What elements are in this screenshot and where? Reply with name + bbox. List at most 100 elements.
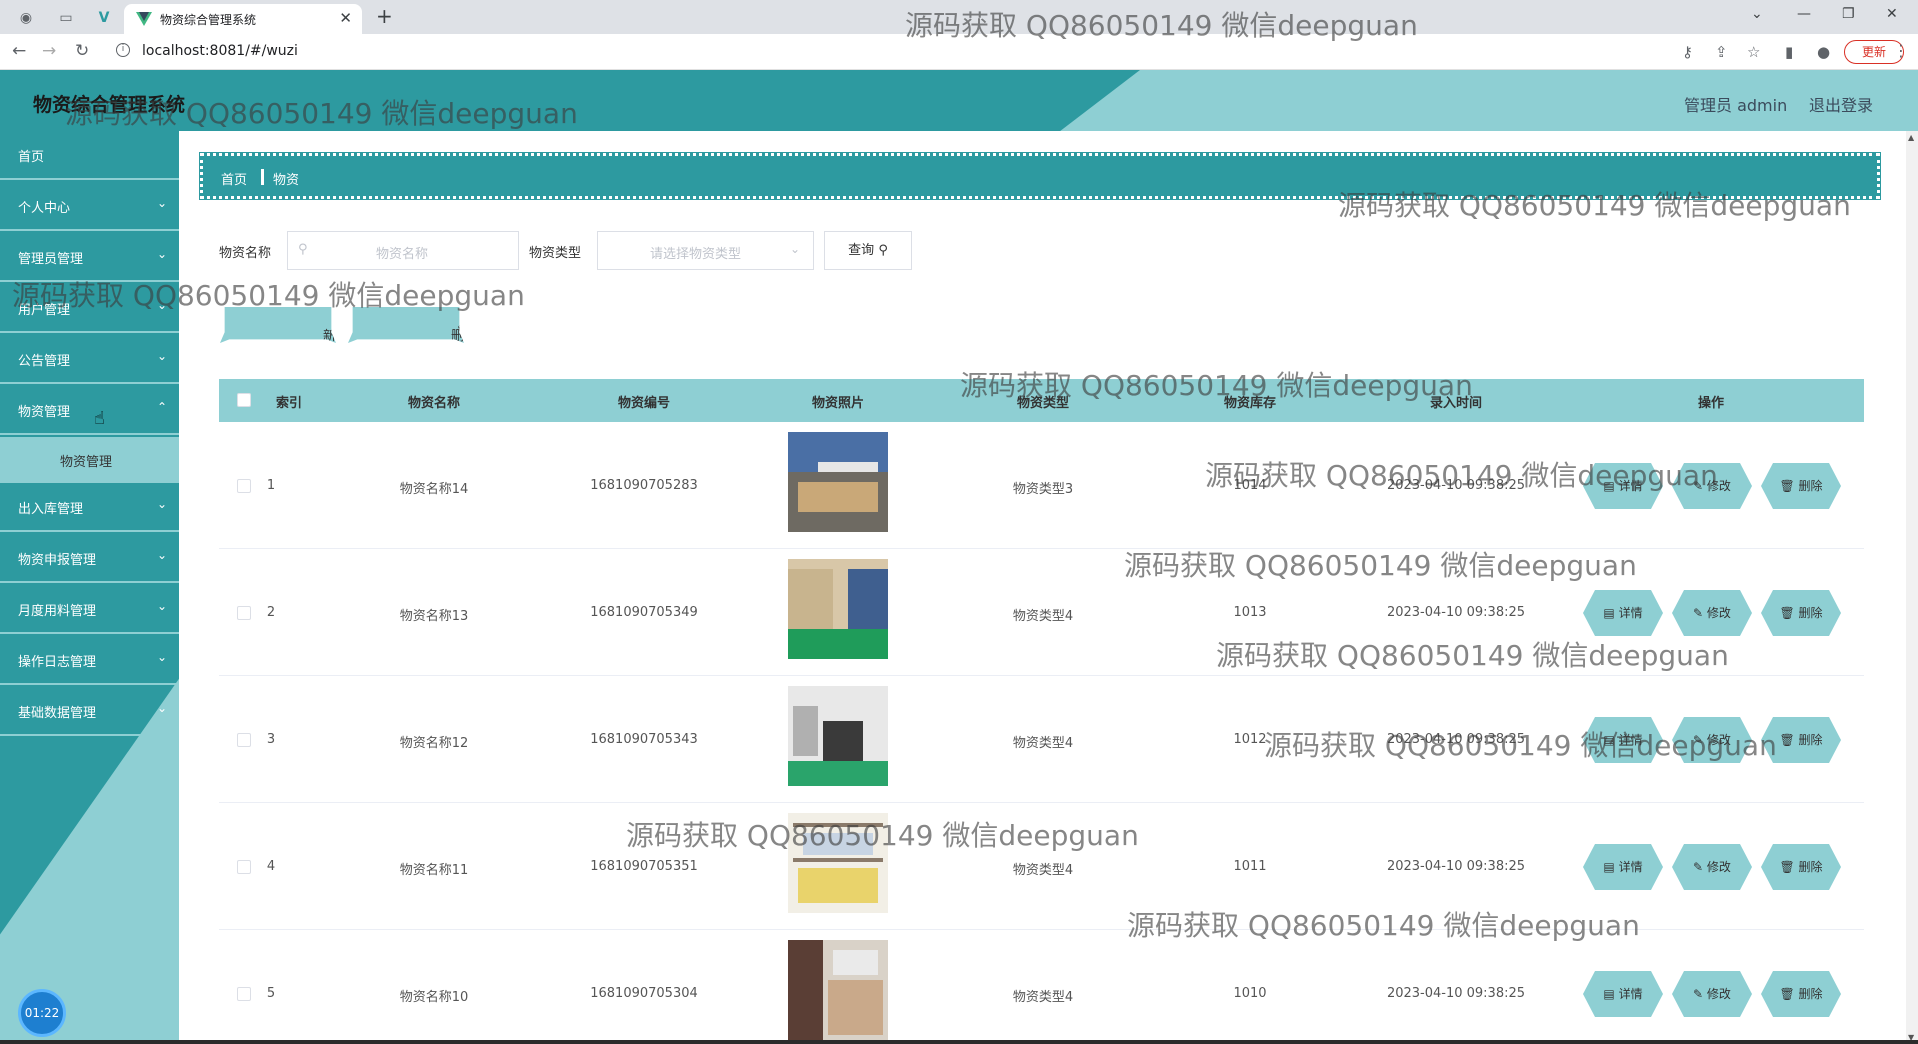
material-type-select[interactable]: 请选择物资类型 ⌄ (597, 231, 814, 270)
cell-time: 2023-04-10 09:38:25 (1386, 605, 1526, 620)
cell-type: 物资类型4 (1012, 990, 1074, 1005)
window-close-icon[interactable]: ✕ (1886, 6, 1898, 22)
delete-button[interactable]: 🗑 删除 (1761, 463, 1841, 509)
row-checkbox[interactable] (237, 606, 251, 620)
profile-icon[interactable]: ● (1817, 43, 1830, 61)
browser-logo-icon[interactable]: ◉ (16, 8, 36, 28)
browser-menu-icon[interactable]: ⋮ (1893, 41, 1909, 60)
side-panel-icon[interactable]: ▮ (1785, 43, 1793, 61)
detail-button-label: 详情 (1618, 860, 1643, 874)
pinned-tab-icon[interactable]: ▭ (56, 8, 76, 28)
site-info-icon[interactable]: i (116, 43, 130, 57)
minimize-icon[interactable]: — (1797, 6, 1811, 22)
sidebar-item-monthly-usage[interactable]: 月度用料管理 ⌄ (0, 585, 179, 634)
page-scrollbar[interactable]: ▲ ▼ (1906, 131, 1918, 1044)
sidebar-item-material-declaration[interactable]: 物资申报管理 ⌄ (0, 534, 179, 583)
detail-button-label: 详情 (1618, 987, 1643, 1001)
restore-icon[interactable]: ❐ (1842, 6, 1855, 22)
edit-button[interactable]: ✎ 修改 (1672, 844, 1752, 890)
cell-name: 物资名称10 (399, 990, 469, 1005)
cell-index: 4 (266, 859, 276, 874)
select-all-checkbox[interactable] (237, 393, 251, 407)
material-photo-image[interactable] (788, 559, 888, 659)
cell-index: 1 (266, 478, 276, 493)
sidebar-item-notice-management[interactable]: 公告管理 ⌄ (0, 335, 179, 384)
watermark: 源码获取 QQ86050149 微信deepguan (1264, 729, 1777, 762)
cell-code: 1681090705351 (590, 859, 698, 874)
chevron-down-icon: ⌄ (790, 242, 801, 256)
cell-type: 物资类型4 (1012, 736, 1074, 751)
forward-arrow-icon[interactable]: → (42, 41, 56, 61)
detail-button[interactable]: ▤ 详情 (1583, 844, 1663, 890)
tab-close-icon[interactable]: ✕ (339, 9, 352, 27)
row-checkbox[interactable] (237, 733, 251, 747)
cell-code: 1681090705343 (590, 732, 698, 747)
tab-title: 物资综合管理系统 (160, 13, 257, 27)
delete-button-label: 删除 (1798, 606, 1823, 620)
row-checkbox[interactable] (237, 987, 251, 1001)
detail-button[interactable]: ▤ 详情 (1583, 590, 1663, 636)
delete-button[interactable]: 🗑 删除 (1761, 590, 1841, 636)
sidebar-item-operation-log[interactable]: 操作日志管理 ⌄ (0, 636, 179, 685)
breadcrumb-current: 物资 (273, 173, 300, 188)
column-header: 操作 (1697, 396, 1724, 411)
edit-button[interactable]: ✎ 修改 (1672, 971, 1752, 1017)
sidebar-item-label: 个人中心 (18, 201, 71, 216)
sidebar-item-home[interactable]: 首页 (0, 131, 179, 180)
scroll-up-icon[interactable]: ▲ (1908, 133, 1914, 142)
chevron-down-icon: ⌄ (156, 196, 167, 210)
cell-time: 2023-04-10 09:38:25 (1386, 986, 1526, 1001)
material-photo-image[interactable] (788, 686, 888, 786)
sidebar-subitem-material-management[interactable]: 物资管理 (0, 437, 179, 483)
delete-button[interactable]: 🗑 删除 (1761, 971, 1841, 1017)
detail-button[interactable]: ▤ 详情 (1583, 971, 1663, 1017)
active-tab[interactable]: 物资综合管理系统 ✕ (124, 4, 362, 34)
document-icon: ▤ (1603, 860, 1619, 874)
current-user: 管理员 admin (1684, 96, 1788, 115)
new-tab-icon[interactable]: + (376, 4, 393, 28)
reload-icon[interactable]: ↻ (75, 41, 89, 61)
search-icon: ⚲ (298, 242, 308, 257)
material-name-input[interactable]: ⚲ 物资名称 (287, 231, 519, 270)
recording-timer: 01:22 (18, 989, 66, 1037)
material-type-label: 物资类型 (529, 246, 582, 261)
sidebar: 首页 个人中心 ⌄ 管理员管理 ⌄ 用户管理 ⌄ 公告管理 ⌄ 物资管理 ⌃ 物… (0, 131, 179, 1044)
logout-link[interactable]: 退出登录 (1809, 92, 1873, 116)
chevron-down-icon: ⌄ (156, 599, 167, 613)
back-arrow-icon[interactable]: ← (12, 41, 26, 61)
cell-name: 物资名称12 (399, 736, 469, 751)
pencil-icon: ✎ (1693, 860, 1707, 874)
edit-button[interactable]: ✎ 修改 (1672, 590, 1752, 636)
watermark: 源码获取 QQ86050149 微信deepguan (960, 369, 1473, 402)
sidebar-item-personal-center[interactable]: 个人中心 ⌄ (0, 182, 179, 231)
document-icon: ▤ (1603, 606, 1619, 620)
breadcrumb-home[interactable]: 首页 (221, 169, 247, 188)
delete-button[interactable]: 🗑 删除 (1761, 844, 1841, 890)
column-header: 物资照片 (811, 396, 864, 411)
sidebar-item-label: 月度用料管理 (18, 604, 97, 619)
vue-tab-icon[interactable]: V (94, 8, 114, 28)
edit-button-label: 修改 (1706, 606, 1731, 620)
cell-stock: 1013 (1233, 605, 1267, 620)
material-name-label: 物资名称 (219, 246, 272, 261)
row-checkbox[interactable] (237, 860, 251, 874)
sidebar-item-label: 公告管理 (18, 354, 71, 369)
cell-type: 物资类型4 (1012, 863, 1074, 878)
sidebar-item-material-management[interactable]: 物资管理 ⌃ (0, 386, 179, 435)
bookmark-star-icon[interactable]: ☆ (1747, 43, 1760, 61)
trash-icon: 🗑 (1779, 479, 1799, 493)
material-photo-image[interactable] (788, 432, 888, 532)
key-icon[interactable]: ⚷ (1682, 43, 1693, 61)
row-checkbox[interactable] (237, 479, 251, 493)
material-photo-image[interactable] (788, 940, 888, 1040)
cell-name: 物资名称13 (399, 609, 469, 624)
material-type-placeholder: 请选择物资类型 (650, 247, 742, 262)
sidebar-item-base-data[interactable]: 基础数据管理 ⌄ (0, 687, 179, 736)
query-button[interactable]: 查询 ⚲ (824, 231, 912, 270)
sidebar-item-stock-inout[interactable]: 出入库管理 ⌄ (0, 483, 179, 532)
cell-index: 2 (266, 605, 276, 620)
tab-search-chevron-icon[interactable]: ⌄ (1751, 6, 1763, 22)
delete-button-label: 删除 (1798, 479, 1823, 493)
chevron-down-icon: ⌄ (156, 650, 167, 664)
share-icon[interactable]: ⇪ (1715, 43, 1728, 61)
